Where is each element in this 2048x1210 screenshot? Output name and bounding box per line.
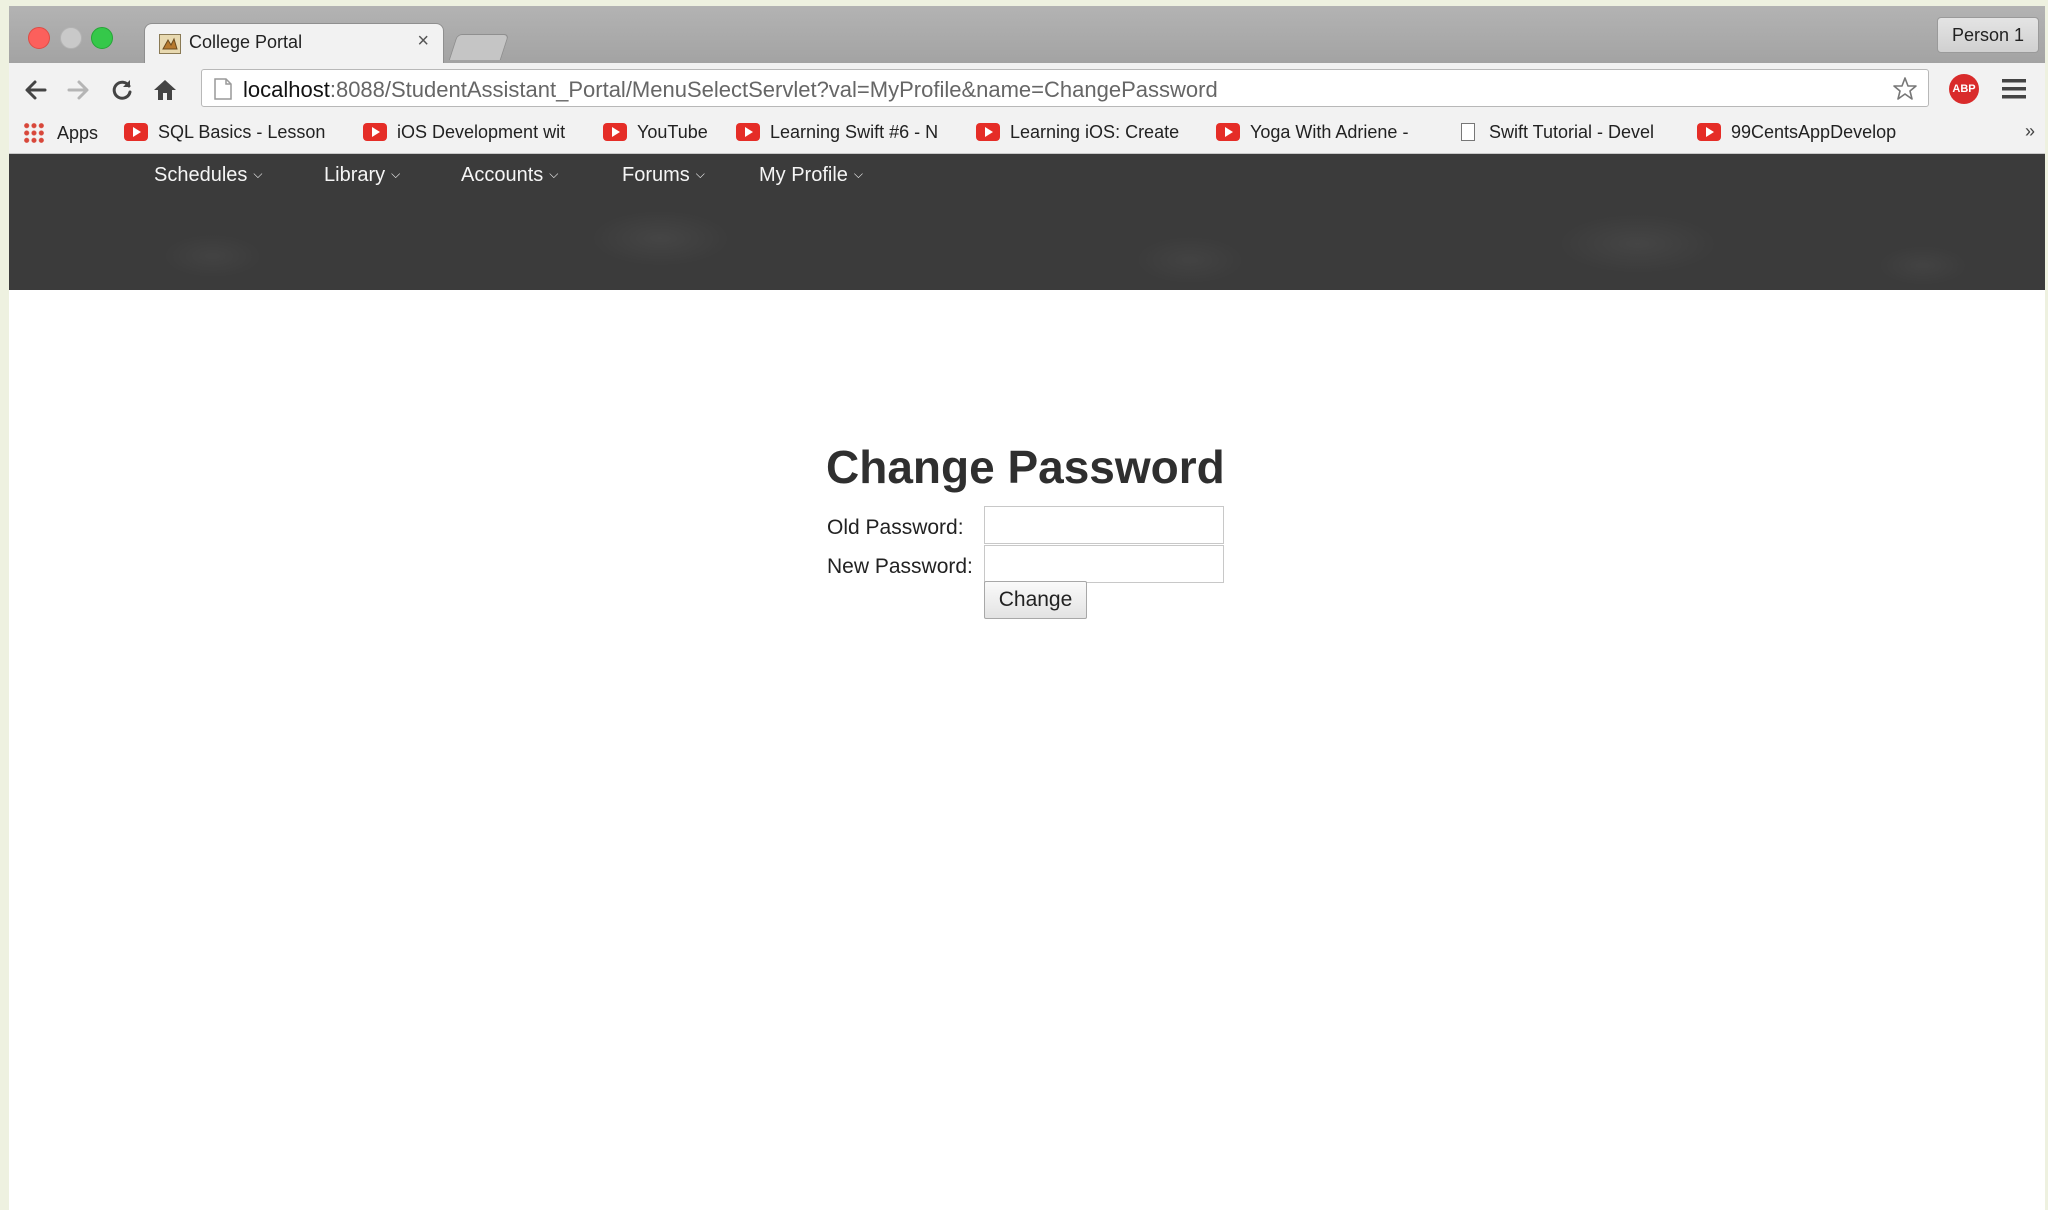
nav-schedules[interactable]: Schedules ⌵ (154, 164, 263, 187)
bookmarks-bar: Apps SQL Basics - Lesson iOS Development… (9, 115, 2045, 154)
nav-forums[interactable]: Forums ⌵ (622, 164, 705, 187)
youtube-icon (124, 123, 148, 141)
youtube-icon (1216, 123, 1240, 141)
bookmark-learning-ios[interactable]: Learning iOS: Create (976, 122, 1179, 148)
bookmark-label: YouTube (637, 122, 708, 142)
minimize-window-button[interactable] (60, 27, 82, 49)
bookmark-label: Learning iOS: Create (1010, 122, 1180, 142)
title-bar: College Portal × Person 1 (9, 6, 2045, 63)
url-text: localhost:8088/StudentAssistant_Portal/M… (243, 77, 1218, 103)
adblock-icon[interactable]: ABP (1949, 74, 1979, 104)
home-icon[interactable] (152, 77, 178, 103)
page-content: Change Password Old Password: New Passwo… (9, 290, 2045, 1210)
nav-label: Schedules (154, 164, 248, 186)
new-password-label: New Password: (827, 555, 973, 578)
browser-window: College Portal × Person 1 localhost:8088… (9, 6, 2045, 1210)
youtube-icon (976, 123, 1000, 141)
forward-arrow-icon[interactable] (65, 77, 91, 103)
url-path: :8088/StudentAssistant_Portal/MenuSelect… (329, 77, 1218, 102)
bookmark-label: iOS Development wit (397, 122, 566, 142)
address-bar[interactable]: localhost:8088/StudentAssistant_Portal/M… (201, 69, 1929, 107)
back-arrow-icon[interactable] (23, 77, 49, 103)
nav-label: My Profile (759, 164, 848, 186)
bookmark-star-icon[interactable] (1892, 76, 1918, 102)
browser-toolbar: localhost:8088/StudentAssistant_Portal/M… (9, 63, 2045, 115)
url-host: localhost (243, 77, 330, 102)
hamburger-menu-icon[interactable] (2001, 77, 2027, 101)
bookmark-swift-tutorial[interactable]: Swift Tutorial - Devel (1461, 122, 1654, 148)
chevron-down-icon: ⌵ (253, 167, 263, 181)
nav-accounts[interactable]: Accounts ⌵ (461, 164, 558, 187)
new-tab-button[interactable] (448, 34, 510, 60)
nav-label: Library (324, 164, 386, 186)
nav-library[interactable]: Library ⌵ (324, 164, 400, 187)
document-icon (1461, 123, 1475, 141)
youtube-icon (736, 123, 760, 141)
new-password-input[interactable] (984, 545, 1224, 583)
bookmark-learning-swift[interactable]: Learning Swift #6 - N (736, 122, 938, 148)
bookmarks-overflow-icon[interactable]: » (2025, 121, 2035, 142)
bookmark-sql-basics[interactable]: SQL Basics - Lesson (124, 122, 325, 148)
chevron-down-icon: ⌵ (695, 167, 705, 181)
nav-my-profile[interactable]: My Profile ⌵ (759, 164, 863, 187)
chevron-down-icon: ⌵ (391, 167, 401, 181)
tab-close-icon[interactable]: × (417, 30, 429, 53)
site-navbar: Schedules ⌵ Library ⌵ Accounts ⌵ Forums ⌵ My… (9, 154, 2045, 290)
bookmark-label: Yoga With Adriene - (1250, 122, 1409, 142)
tab-college-portal[interactable]: College Portal × (144, 23, 444, 63)
bookmark-yoga-with-adriene[interactable]: Yoga With Adriene - (1216, 122, 1408, 148)
youtube-icon (603, 123, 627, 141)
youtube-icon (1697, 123, 1721, 141)
nav-label: Accounts (461, 164, 544, 186)
bookmark-label: 99CentsAppDevelop (1731, 122, 1897, 142)
favicon-icon (159, 34, 181, 54)
youtube-icon (363, 123, 387, 141)
reload-icon[interactable] (109, 77, 135, 103)
bookmark-label: Apps (57, 123, 99, 143)
tab-title: College Portal (189, 32, 303, 52)
bookmark-label: Swift Tutorial - Devel (1489, 122, 1655, 142)
chevron-down-icon: ⌵ (549, 167, 559, 181)
bookmark-youtube[interactable]: YouTube (603, 122, 708, 148)
apps-grid-icon (23, 122, 45, 144)
bookmark-apps[interactable]: Apps (23, 122, 98, 148)
nav-label: Forums (622, 164, 690, 186)
page-icon (214, 78, 232, 100)
chevron-down-icon: ⌵ (853, 167, 864, 181)
page-title: Change Password (826, 441, 1225, 493)
old-password-input[interactable] (984, 506, 1224, 544)
bookmark-ios-development[interactable]: iOS Development wit (363, 122, 565, 148)
close-window-button[interactable] (28, 27, 50, 49)
profile-button[interactable]: Person 1 (1936, 17, 2039, 53)
bookmark-label: Learning Swift #6 - N (770, 122, 939, 142)
bookmark-99cents[interactable]: 99CentsAppDevelop (1697, 122, 1896, 148)
bookmark-label: SQL Basics - Lesson (158, 122, 326, 142)
change-password-button[interactable]: Change (984, 581, 1087, 619)
old-password-label: Old Password: (827, 516, 964, 539)
maximize-window-button[interactable] (91, 27, 113, 49)
